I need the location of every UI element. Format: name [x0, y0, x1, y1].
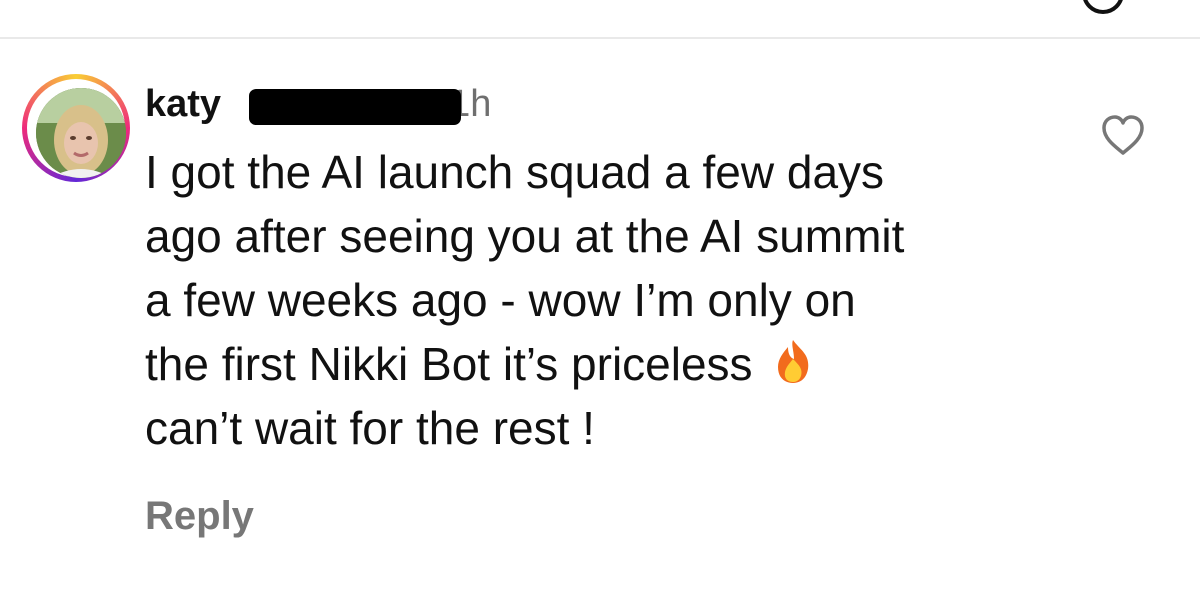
avatar-gap: [27, 79, 126, 178]
comment: katy 1h I got the AI launch squad a few …: [145, 74, 1065, 539]
avatar[interactable]: [36, 88, 126, 178]
divider: [0, 37, 1200, 39]
circle-icon[interactable]: [1082, 0, 1124, 14]
heart-outline-icon[interactable]: [1098, 112, 1148, 158]
comment-meta: katy 1h: [145, 74, 1065, 134]
story-ring[interactable]: [22, 74, 130, 182]
comment-screen: katy 1h I got the AI launch squad a few …: [0, 0, 1200, 591]
username[interactable]: katy: [145, 82, 461, 126]
username-text: katy: [145, 82, 222, 125]
comment-body: I got the AI launch squad a few days ago…: [145, 140, 1065, 460]
redaction-bar: [249, 88, 461, 125]
comment-line-text: the first Nikki Bot it’s priceless: [145, 338, 753, 390]
comment-line-with-emoji: the first Nikki Bot it’s priceless: [145, 332, 1065, 396]
fire-emoji-icon: [778, 340, 809, 383]
comment-line: ago after seeing you at the AI summit: [145, 210, 905, 262]
comment-line: can’t wait for the rest !: [145, 402, 595, 454]
avatar-photo: [36, 88, 126, 178]
comment-line: I got the AI launch squad a few days: [145, 146, 885, 198]
comment-line: a few weeks ago - wow I’m only on: [145, 274, 856, 326]
reply-button[interactable]: Reply: [145, 494, 254, 539]
